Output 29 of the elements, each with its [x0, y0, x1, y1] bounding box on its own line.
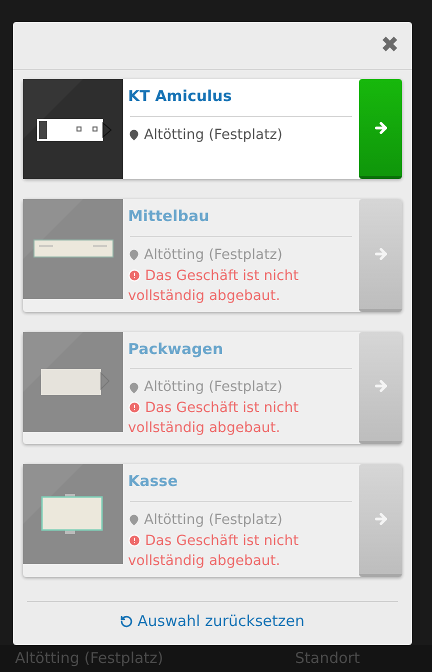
item-title: KT Amiculus [128, 86, 233, 107]
arrow-right-icon [372, 378, 388, 394]
alert-icon [128, 534, 141, 546]
error-text: Das Geschäft ist nicht vollständig abgebaut. [128, 268, 299, 304]
reset-link[interactable]: Auswahl zurücksetzen [120, 610, 304, 633]
alert-icon [128, 401, 141, 414]
map-pin-icon [128, 249, 140, 261]
item-title: Packwagen [128, 338, 224, 360]
reset-icon [120, 615, 134, 628]
select-button[interactable] [359, 79, 402, 179]
arrow-right-icon [372, 510, 388, 527]
error-text: Das Geschäft ist nicht vollständig abgebaut. [128, 400, 299, 436]
map-pin-icon [128, 382, 140, 394]
location-text: Altötting (Festplatz) [144, 126, 282, 144]
alert-icon [128, 268, 141, 282]
location-text: Altötting (Festplatz) [144, 378, 282, 397]
item-title: Kasse [128, 471, 179, 492]
map-pin-icon [128, 514, 140, 526]
close-button[interactable]: ✖ [380, 34, 399, 56]
select-button[interactable] [359, 332, 402, 444]
select-button[interactable] [359, 464, 402, 576]
error-text: Das Geschäft ist nicht vollständig abgebaut. [128, 532, 299, 568]
arrow-right-icon [372, 246, 388, 262]
location-text: Altötting (Festplatz) [144, 510, 282, 530]
arrow-right-icon [372, 120, 388, 136]
select-button[interactable] [359, 199, 402, 312]
map-pin-icon [128, 129, 140, 141]
item-title: Mittelbau [128, 206, 210, 227]
location-text: Altötting (Festplatz) [144, 246, 282, 264]
